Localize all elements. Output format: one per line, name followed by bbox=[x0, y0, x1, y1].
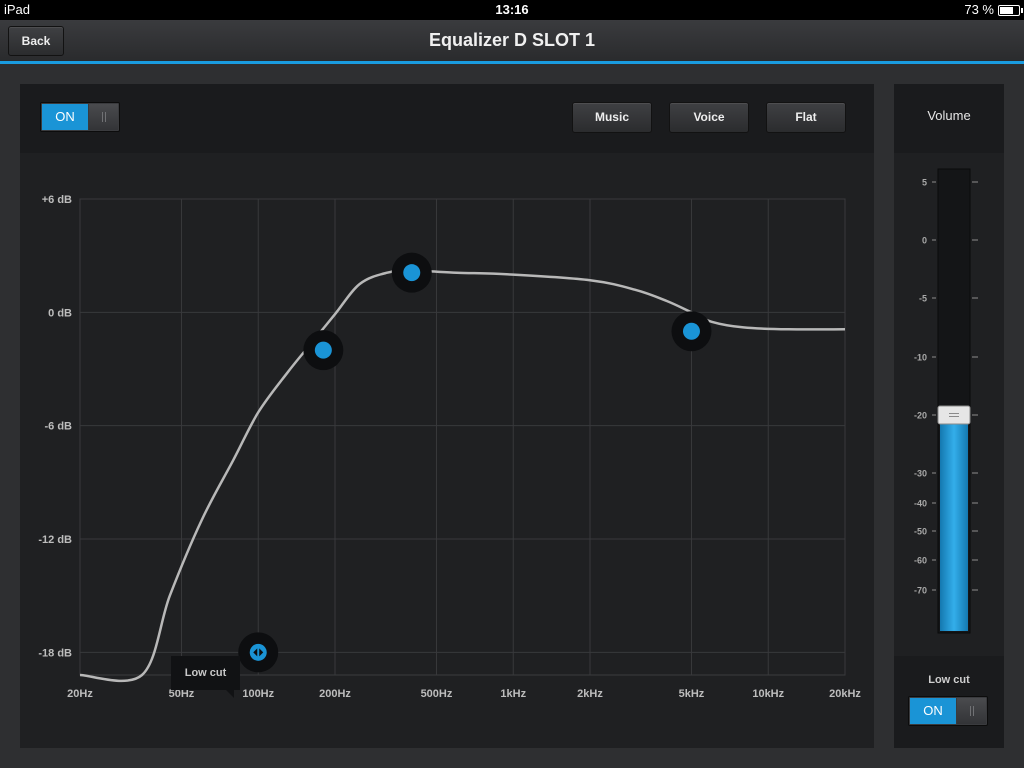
fader-handle-cap[interactable] bbox=[937, 405, 971, 425]
x-tick-label: 20Hz bbox=[67, 688, 93, 700]
fader-tick-label: -5 bbox=[919, 294, 927, 304]
x-tick-label: 1kHz bbox=[500, 688, 526, 700]
eq-response-curve bbox=[79, 269, 846, 683]
grid-lines bbox=[79, 198, 846, 676]
eq-graph[interactable]: 20Hz 50Hz 100Hz 200Hz 500Hz 1kHz 2kHz 5kHz 10kHz… bbox=[20, 153, 874, 748]
y-tick-label: -6 dB bbox=[45, 421, 73, 433]
band-2-handle-dot[interactable] bbox=[403, 264, 421, 282]
y-tick-label: +6 dB bbox=[42, 194, 72, 206]
page-title: Equalizer D SLOT 1 bbox=[428, 30, 596, 50]
low-cut-section: Low cut ON bbox=[894, 656, 1004, 748]
eq-power-toggle-label: ON bbox=[42, 104, 88, 130]
y-tick-label: 0 dB bbox=[48, 307, 72, 319]
volume-title: Volume bbox=[894, 84, 1004, 153]
band-1-handle[interactable] bbox=[303, 330, 344, 371]
preset-voice-button[interactable]: Voice bbox=[669, 102, 749, 133]
low-cut-tooltip: Low cut bbox=[171, 656, 240, 698]
plot-frame bbox=[79, 198, 846, 676]
band-2-handle[interactable] bbox=[391, 252, 432, 293]
volume-fader[interactable]: 5 0 -5 -10 -20 -30 -40 -50 -60 -70 bbox=[894, 153, 1004, 656]
fader-level-fill bbox=[940, 415, 968, 631]
band-3-handle-dot[interactable] bbox=[682, 322, 700, 340]
status-bar: iPad 13:16 73 % bbox=[0, 0, 1024, 20]
x-tick-label: 2kHz bbox=[577, 688, 603, 700]
x-tick-label: 500Hz bbox=[421, 688, 453, 700]
low-cut-handle-dot[interactable] bbox=[249, 643, 267, 661]
fader-tick-label: -20 bbox=[914, 411, 927, 421]
low-cut-toggle[interactable]: ON bbox=[908, 696, 988, 726]
fader-tick-label: -30 bbox=[914, 469, 927, 479]
x-tick-label: 10kHz bbox=[752, 688, 784, 700]
preset-flat-button[interactable]: Flat bbox=[766, 102, 846, 133]
battery-percent: 73 % bbox=[964, 2, 994, 17]
low-cut-label: Low cut bbox=[928, 674, 970, 686]
nav-bar: Back Equalizer D SLOT 1 bbox=[0, 20, 1024, 64]
fader-tick-label: -10 bbox=[914, 353, 927, 363]
fader-tick-label: -70 bbox=[914, 586, 927, 596]
eq-curve-chart[interactable]: 20Hz 50Hz 100Hz 200Hz 500Hz 1kHz 2kHz 5kHz 10kHz… bbox=[20, 153, 874, 748]
x-tick-label: 5kHz bbox=[679, 688, 705, 700]
eq-toolbar: ON Music Voice Flat bbox=[20, 84, 874, 153]
y-tick-label: -18 dB bbox=[38, 647, 72, 659]
fader-tick-label: -40 bbox=[914, 499, 927, 509]
x-tick-label: 20kHz bbox=[829, 688, 861, 700]
fader-tick-label: 5 bbox=[922, 178, 927, 188]
x-tick-label: 200Hz bbox=[319, 688, 351, 700]
volume-fader-svg[interactable]: 5 0 -5 -10 -20 -30 -40 -50 -60 -70 bbox=[894, 153, 1004, 656]
low-cut-handle[interactable] bbox=[238, 632, 279, 673]
fader-tick-label: -60 bbox=[914, 556, 927, 566]
toggle-grip-icon bbox=[89, 104, 118, 130]
eq-power-toggle[interactable]: ON bbox=[40, 102, 120, 132]
y-tick-label: -12 dB bbox=[38, 534, 72, 546]
low-cut-toggle-label: ON bbox=[910, 698, 956, 724]
fader-handle[interactable] bbox=[937, 405, 971, 425]
x-tick-label: 100Hz bbox=[242, 688, 274, 700]
fader-tick-label: 0 bbox=[922, 236, 927, 246]
clock: 13:16 bbox=[495, 2, 529, 17]
band-3-handle[interactable] bbox=[671, 311, 712, 352]
toggle-grip-icon bbox=[957, 698, 986, 724]
band-1-handle-dot[interactable] bbox=[314, 341, 332, 359]
fader-tick-label: -50 bbox=[914, 527, 927, 537]
equalizer-panel: ON Music Voice Flat 20Hz 50Hz 100Hz 200Hz 50… bbox=[20, 84, 874, 748]
preset-music-button[interactable]: Music bbox=[572, 102, 652, 133]
battery-icon bbox=[998, 5, 1023, 16]
volume-panel: Volume 5 0 -5 -10 -20 -30 -40 -50 -60 -70 Low cut… bbox=[894, 84, 1004, 748]
